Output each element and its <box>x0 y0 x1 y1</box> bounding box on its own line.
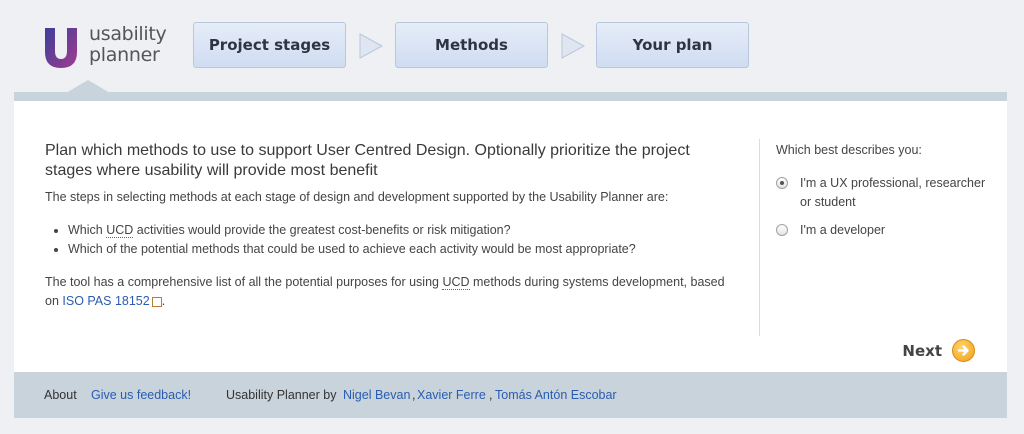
steps-text: The steps in selecting methods at each s… <box>45 190 669 204</box>
main-panel: Plan which methods to use to support Use… <box>14 92 1007 372</box>
logo-line-2: planner <box>89 44 160 66</box>
intro-heading: Plan which methods to use to support Use… <box>45 142 690 179</box>
chevron-right-icon <box>561 33 586 59</box>
steps-list: Which UCD activities would provide the g… <box>45 221 735 259</box>
arrow-right-circle-icon <box>952 339 975 362</box>
feedback-link[interactable]: Give us feedback! <box>91 372 191 418</box>
intro-section: Plan which methods to use to support Use… <box>45 141 735 311</box>
footer: About Give us feedback! Usability Planne… <box>14 372 1007 418</box>
bullet-text: activities would provide the greatest co… <box>133 223 511 237</box>
list-item: Which UCD activities would provide the g… <box>68 221 735 240</box>
author-link-tomas-anton-escobar[interactable]: Tomás Antón Escobar <box>495 372 617 418</box>
bullet-text: Which <box>68 223 107 237</box>
list-item: Which of the potential methods that coul… <box>68 240 735 259</box>
tab-methods[interactable]: Methods <box>395 22 548 68</box>
tool-text: The tool has a comprehensive list of all… <box>45 275 443 289</box>
about-link[interactable]: About <box>44 372 77 418</box>
tab-your-plan[interactable]: Your plan <box>596 22 749 68</box>
logo-line-1: usability <box>89 23 167 45</box>
chevron-right-icon <box>359 33 384 59</box>
logo-text: usability planner <box>89 23 167 66</box>
ucd-abbr: UCD <box>106 223 134 238</box>
ucd-abbr: UCD <box>442 275 470 290</box>
next-label: Next <box>902 341 942 360</box>
author-link-nigel-bevan[interactable]: Nigel Bevan <box>343 372 410 418</box>
author-link-xavier-ferre[interactable]: Xavier Ferre <box>417 372 486 418</box>
tab-project-stages[interactable]: Project stages <box>193 22 346 68</box>
tool-description: The tool has a comprehensive list of all… <box>45 275 725 308</box>
radio-selected-icon[interactable] <box>776 177 788 189</box>
role-option-ux-professional[interactable]: I'm a UX professional, researcher or stu… <box>776 174 986 212</box>
radio-icon[interactable] <box>776 224 788 236</box>
usability-planner-logo[interactable]: usability planner <box>42 24 172 72</box>
option-label: I'm a developer <box>800 223 886 237</box>
u-logo-icon <box>45 28 77 68</box>
role-question: Which best describes you: <box>776 143 922 157</box>
header: usability planner Project stages Methods… <box>0 0 1024 92</box>
credit-text: Usability Planner by <box>226 388 337 402</box>
divider <box>759 139 760 336</box>
iso-pas-link[interactable]: ISO PAS 18152 <box>62 294 149 308</box>
role-selector: Which best describes you: I'm a UX profe… <box>776 141 986 249</box>
role-option-developer[interactable]: I'm a developer <box>776 221 986 240</box>
option-label: I'm a UX professional, researcher or stu… <box>800 176 986 209</box>
external-link-icon <box>151 296 162 307</box>
next-button[interactable]: Next <box>902 339 975 362</box>
